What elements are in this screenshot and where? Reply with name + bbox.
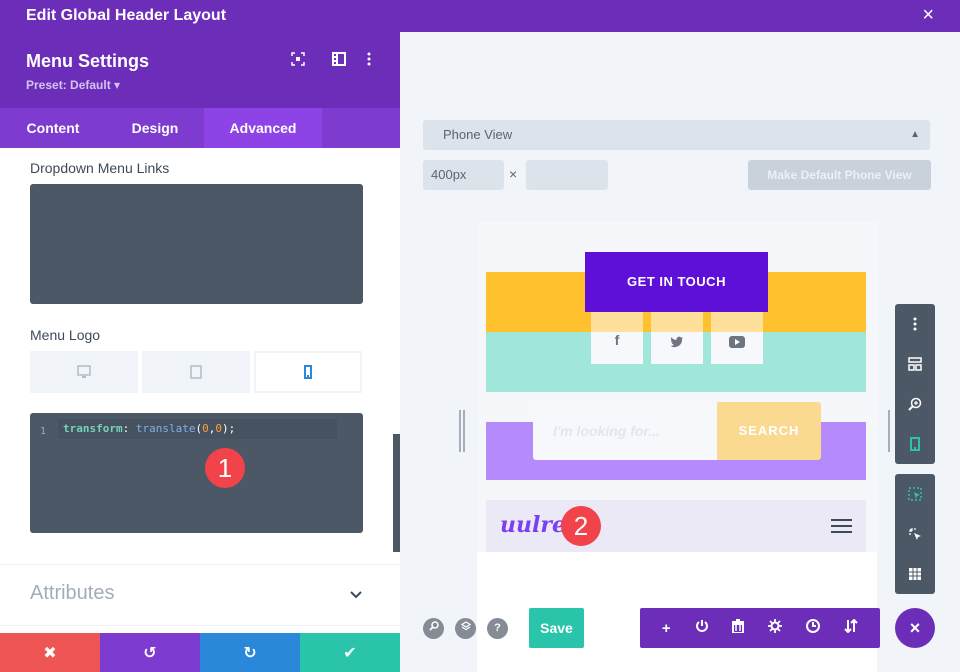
device-tab-desktop[interactable] <box>30 351 138 393</box>
window-title: Edit Global Header Layout <box>26 7 227 24</box>
dropdown-menu-links-code-field[interactable] <box>30 184 363 304</box>
css-arg-y: 0 <box>215 422 222 435</box>
resize-handle-left[interactable] <box>463 410 465 452</box>
settings-panel: Menu Settings Preset: Default ▾ Content … <box>0 32 400 672</box>
search-icon[interactable] <box>423 618 444 639</box>
select-area-icon[interactable] <box>895 474 935 514</box>
add-icon[interactable]: + <box>662 620 671 637</box>
phone-view-icon[interactable] <box>895 424 935 464</box>
more-options-icon[interactable] <box>366 52 382 68</box>
portability-icon[interactable] <box>844 618 858 637</box>
desktop-icon <box>77 365 91 378</box>
save-button[interactable]: Save <box>529 608 584 648</box>
site-logo[interactable]: uulre <box>500 512 566 538</box>
css-function: translate <box>135 422 196 435</box>
height-input[interactable] <box>526 160 608 190</box>
phone-preview-frame: GET IN TOUCH f I'm looking for... SEARCH… <box>477 222 877 672</box>
overlap-shade <box>591 312 643 332</box>
more-icon[interactable] <box>895 304 935 344</box>
menu-bar: uulre <box>486 500 866 552</box>
code-line: transform: translate(0,0); <box>58 419 337 439</box>
tablet-icon <box>190 365 202 379</box>
resize-handle-right[interactable] <box>888 410 890 452</box>
select-arrows-icon: ▲ <box>910 129 920 140</box>
device-tabs <box>30 351 363 393</box>
settings-icon[interactable] <box>768 619 783 637</box>
tab-design[interactable]: Design <box>106 108 204 148</box>
save-changes-button[interactable]: ✔ <box>300 633 400 672</box>
preview-area: Phone View ▲ 400px × Make Default Phone … <box>400 32 960 672</box>
overlap-shade <box>651 312 703 332</box>
trash-icon[interactable] <box>732 619 745 637</box>
menu-logo-css-editor[interactable]: 1 transform: translate(0,0); <box>30 413 363 533</box>
panel-title: Menu Settings <box>26 51 150 71</box>
divider <box>0 625 400 626</box>
split-view-icon[interactable] <box>332 52 348 68</box>
resize-handle-left[interactable] <box>459 410 461 452</box>
get-in-touch-button[interactable]: GET IN TOUCH <box>585 252 768 312</box>
panel-body: Dropdown Menu Links Menu Logo 1 transfor… <box>0 148 400 629</box>
layers-icon[interactable] <box>455 618 476 639</box>
help-icon[interactable]: ? <box>487 618 508 639</box>
click-mode-icon[interactable] <box>895 514 935 554</box>
width-input[interactable]: 400px <box>423 160 504 190</box>
facebook-button[interactable]: f <box>591 312 643 364</box>
youtube-icon <box>729 336 745 348</box>
redo-button[interactable]: ↻ <box>200 633 300 672</box>
tab-content[interactable]: Content <box>0 108 106 148</box>
side-toolbar-top <box>895 304 935 464</box>
view-mode-value: Phone View <box>443 127 513 142</box>
attributes-section-toggle[interactable]: Attributes <box>30 582 114 605</box>
overlap-shade <box>711 312 763 332</box>
times-separator: × <box>509 166 518 182</box>
facebook-icon: f <box>614 332 620 348</box>
phone-icon <box>304 365 312 379</box>
panel-scrollbar[interactable] <box>393 434 400 552</box>
youtube-button[interactable] <box>711 312 763 364</box>
hamburger-menu-icon[interactable] <box>831 519 852 533</box>
twitter-icon <box>670 336 683 348</box>
discard-button[interactable]: ✖ <box>0 633 100 672</box>
panel-header: Menu Settings Preset: Default ▾ <box>0 32 400 108</box>
make-default-phone-view-button[interactable]: Make Default Phone View <box>748 160 931 190</box>
css-close: ); <box>221 422 236 435</box>
twitter-button[interactable] <box>651 312 703 364</box>
grid-icon[interactable] <box>895 554 935 594</box>
history-icon[interactable] <box>806 619 821 637</box>
css-arg-x: 0 <box>202 422 209 435</box>
annotation-badge-2: 2 <box>561 506 601 546</box>
panel-footer: ✖ ↺ ↻ ✔ <box>0 633 400 672</box>
undo-button[interactable]: ↺ <box>100 633 200 672</box>
device-tab-tablet[interactable] <box>142 351 250 393</box>
preset-dropdown[interactable]: Preset: Default ▾ <box>26 78 120 92</box>
power-icon[interactable] <box>695 619 709 637</box>
fullscreen-icon[interactable] <box>291 52 307 68</box>
title-bar: Edit Global Header Layout × <box>0 0 960 32</box>
panel-tabs: Content Design Advanced <box>0 108 400 148</box>
side-toolbar-bottom <box>895 474 935 594</box>
menu-logo-label: Menu Logo <box>30 327 101 343</box>
css-property: transform <box>63 422 123 435</box>
search-input[interactable]: I'm looking for... <box>533 402 717 460</box>
device-tab-phone[interactable] <box>254 351 362 393</box>
line-number: 1 <box>40 426 47 437</box>
page-toolbar: + <box>640 608 880 648</box>
tab-advanced[interactable]: Advanced <box>204 108 322 148</box>
css-colon: : <box>122 422 136 435</box>
close-icon[interactable]: × <box>922 4 934 27</box>
view-mode-select[interactable]: Phone View ▲ <box>423 120 930 150</box>
annotation-badge-1: 1 <box>205 448 245 488</box>
dropdown-menu-links-label: Dropdown Menu Links <box>30 160 170 176</box>
layout-icon[interactable] <box>895 344 935 384</box>
zoom-icon[interactable] <box>895 384 935 424</box>
search-button[interactable]: SEARCH <box>717 402 821 460</box>
divider <box>0 564 400 565</box>
chevron-down-icon[interactable] <box>350 586 362 602</box>
close-builder-button[interactable]: × <box>895 608 935 648</box>
